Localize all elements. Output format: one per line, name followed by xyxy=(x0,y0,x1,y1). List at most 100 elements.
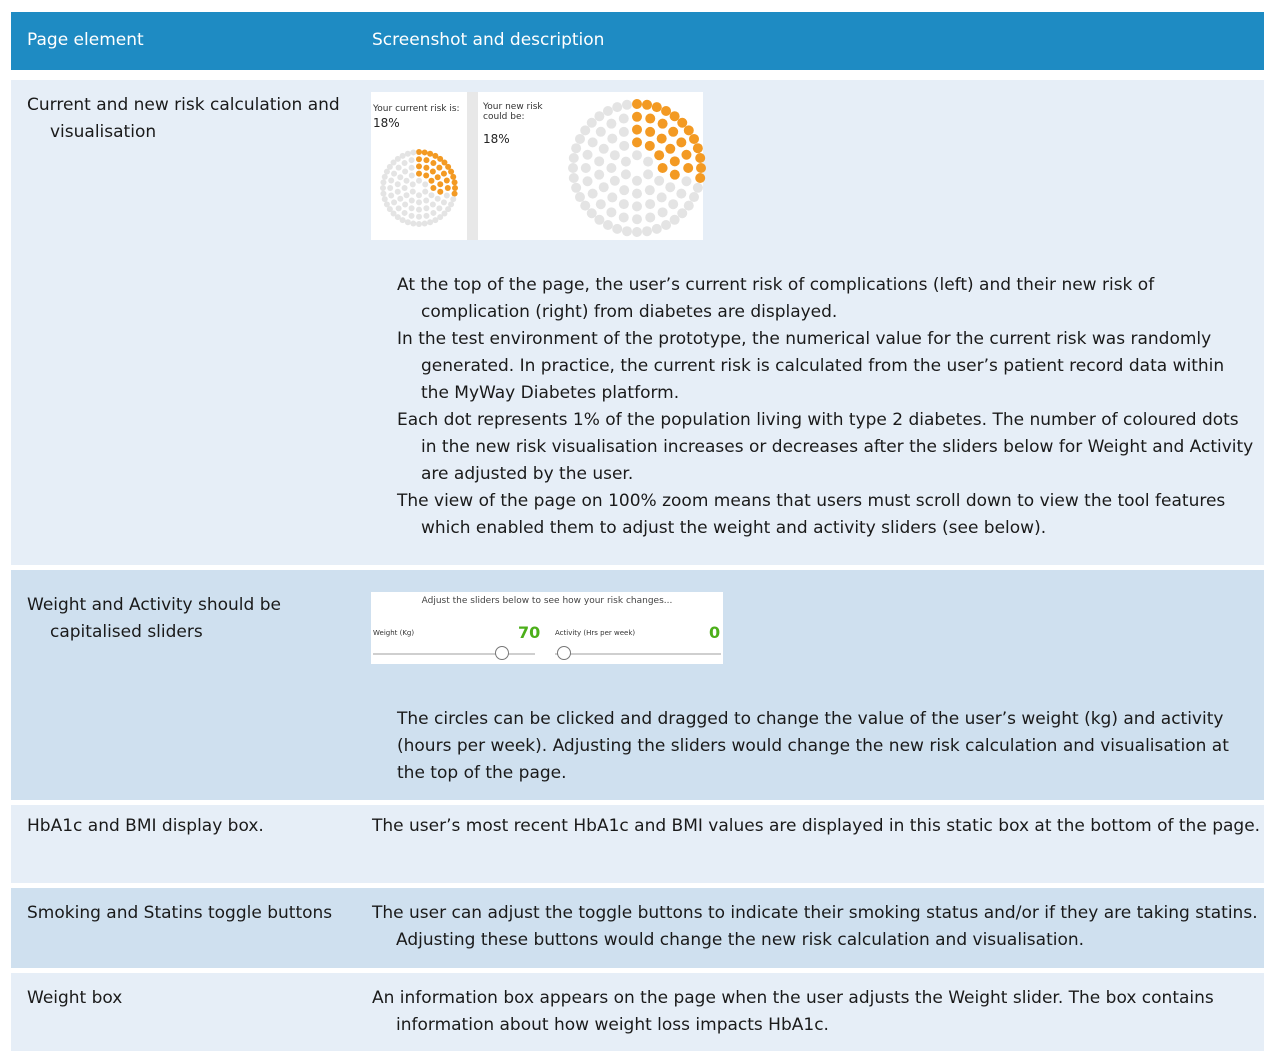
risk-dot-highlighted xyxy=(436,164,443,171)
risk-dot-highlighted xyxy=(681,149,692,160)
risk-dot xyxy=(421,220,428,227)
weight-slider-handle[interactable] xyxy=(495,646,509,660)
risk-dot xyxy=(621,99,632,110)
activity-slider-handle[interactable] xyxy=(557,646,571,660)
row-description: The circles can be clicked and dragged t… xyxy=(397,706,1257,787)
risk-dot xyxy=(632,201,642,212)
risk-dot xyxy=(586,208,597,219)
description-paragraph: An information box appears on the page w… xyxy=(372,988,1214,1035)
row-label: Weight and Activity should be capitalise… xyxy=(27,595,281,642)
new-risk-dot-chart xyxy=(568,99,706,237)
row-label: Weight box xyxy=(27,988,123,1008)
risk-dot xyxy=(587,188,598,199)
risk-dot-highlighted xyxy=(657,118,668,129)
risk-dot-highlighted xyxy=(451,190,458,197)
risk-dot xyxy=(402,201,409,208)
risk-dot xyxy=(397,195,404,202)
risk-dot xyxy=(661,220,672,231)
risk-dot-highlighted xyxy=(416,156,422,163)
weight-slider-track[interactable] xyxy=(373,653,535,655)
activity-slider-value: 0 xyxy=(709,623,721,642)
risk-dot xyxy=(434,195,441,202)
risk-dot xyxy=(408,164,415,171)
risk-dot-highlighted xyxy=(437,188,444,195)
risk-dot xyxy=(632,188,642,199)
risk-dot xyxy=(568,173,579,184)
risk-dot-highlighted xyxy=(689,133,700,144)
risk-dot xyxy=(669,214,680,225)
description-paragraph: In the test environment of the prototype… xyxy=(397,329,1225,403)
risk-dot xyxy=(651,223,662,234)
risk-dot xyxy=(580,163,591,173)
risk-dot xyxy=(618,212,629,223)
new-risk-label: Your new risk could be: xyxy=(483,102,543,122)
table-row: HbA1c and BMI display box. The user’s mo… xyxy=(11,805,1264,883)
risk-dot-highlighted xyxy=(657,163,668,173)
description-paragraph: The user’s most recent HbA1c and BMI val… xyxy=(372,816,1261,836)
header-page-element: Page element xyxy=(27,30,144,50)
risk-dot-highlighted xyxy=(695,152,706,163)
table-row: Weight and Activity should be capitalise… xyxy=(11,570,1264,800)
risk-dot-highlighted xyxy=(645,126,656,137)
risk-dot-highlighted xyxy=(683,163,694,173)
description-paragraph: At the top of the page, the user’s curre… xyxy=(397,275,1155,322)
risk-dot xyxy=(619,185,630,196)
risk-dot xyxy=(429,201,436,208)
risk-dot xyxy=(681,176,692,187)
risk-dot-highlighted xyxy=(452,185,458,191)
risk-dot xyxy=(594,111,605,122)
risk-dot xyxy=(606,118,617,129)
risk-dot-highlighted xyxy=(632,124,642,135)
risk-dot xyxy=(416,221,422,227)
current-risk-dot-chart xyxy=(380,149,458,227)
row-label: Smoking and Statins toggle buttons xyxy=(27,903,333,923)
risk-dot-highlighted xyxy=(644,140,655,151)
risk-dot xyxy=(607,133,618,144)
risk-dot xyxy=(428,192,435,199)
risk-dot xyxy=(408,212,415,219)
risk-dot xyxy=(609,150,620,161)
risk-dot xyxy=(409,181,416,188)
risk-dot xyxy=(644,185,655,196)
risk-dot xyxy=(594,169,605,180)
risk-dot xyxy=(598,182,609,193)
risk-dot xyxy=(436,205,443,212)
risk-dot-highlighted xyxy=(430,160,437,167)
risk-dot xyxy=(409,188,416,195)
risk-dot xyxy=(645,212,656,223)
risk-dot xyxy=(410,220,417,227)
row-description: The user can adjust the toggle buttons t… xyxy=(372,900,1262,954)
document-page: Page element Screenshot and description … xyxy=(0,0,1264,1051)
risk-dot xyxy=(594,214,605,225)
risk-dot xyxy=(668,199,679,210)
activity-slider-track[interactable] xyxy=(555,653,721,655)
risk-dot xyxy=(427,219,434,226)
risk-dot xyxy=(571,182,582,193)
risk-dot xyxy=(621,226,632,237)
risk-dot xyxy=(642,226,653,237)
description-paragraph: The user can adjust the toggle buttons t… xyxy=(372,903,1258,950)
risk-dot xyxy=(403,192,410,199)
current-risk-label: Your current risk is: xyxy=(373,104,460,114)
risk-dot-highlighted xyxy=(677,117,688,128)
risk-dot-highlighted xyxy=(668,126,679,137)
risk-dot xyxy=(582,149,593,160)
risk-dot xyxy=(595,199,606,210)
risk-dot xyxy=(404,150,411,157)
description-paragraph: The circles can be clicked and dragged t… xyxy=(397,709,1229,783)
risk-dot xyxy=(394,181,401,188)
risk-dot-highlighted xyxy=(451,179,458,186)
risk-dot-highlighted xyxy=(632,137,642,148)
risk-dot xyxy=(416,192,422,199)
risk-dot xyxy=(632,175,642,186)
risk-dot-highlighted xyxy=(632,99,642,109)
risk-dot xyxy=(422,188,429,195)
risk-dot xyxy=(618,199,629,210)
header-screenshot-description: Screenshot and description xyxy=(372,30,605,50)
risk-dot xyxy=(582,176,593,187)
risk-dot xyxy=(676,188,687,199)
risk-dot-highlighted xyxy=(429,168,436,175)
risk-dot xyxy=(594,156,605,167)
risk-dot xyxy=(574,192,585,203)
risk-dot-highlighted xyxy=(444,185,451,191)
